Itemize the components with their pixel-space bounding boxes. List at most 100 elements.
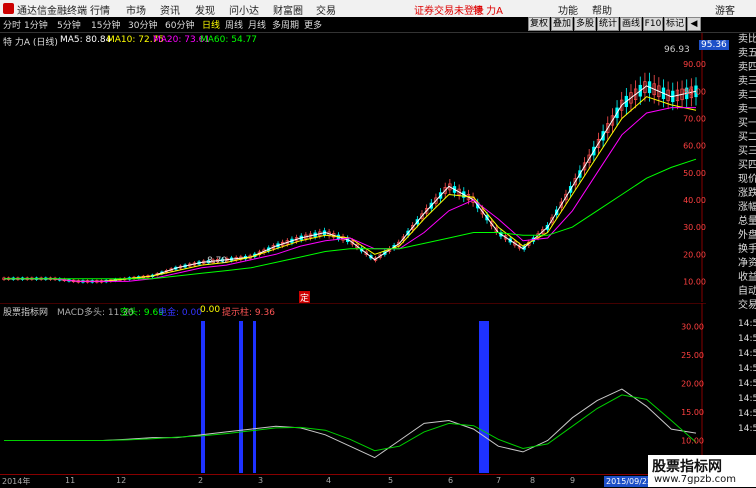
side-panel-item[interactable]: 卖比 [738,33,756,47]
sub-y-tick: 25.00 [681,351,704,360]
tick-time-item: 14:56 [738,364,756,374]
price-chart[interactable]: 90.00 80.00 70.00 60.00 50.00 40.00 30.00 20.00… [0,33,706,302]
main-y-tick: 70.00 [683,114,706,123]
main-y-tick: 90.00 [683,60,706,69]
diejia-button[interactable]: 叠加 [551,17,573,31]
quote-side-panel: 卖比 卖五 卖四 卖三 卖二 卖一 买一 买二 买三 买四 现价 涨跌 涨幅 总量 外盘 换手 净资 收益 自动 交易… [738,33,756,473]
side-panel-item[interactable]: 卖五 [738,47,756,61]
axis-label-4: 4 [326,476,332,485]
side-panel-item[interactable]: 卖二 [738,89,756,103]
huaxian-button[interactable]: 画线 [620,17,642,31]
watermark-url: www.7gpzb.com [654,474,736,485]
menu-hangqing[interactable]: 行情 [90,2,110,17]
side-panel-item[interactable]: 买二 [738,131,756,145]
ma5-label: MA5: 80.84 [60,35,112,45]
axis-label-9: 9 [570,476,576,485]
menu-youke[interactable]: 游客 [715,2,735,17]
side-panel-item[interactable]: 卖四 [738,61,756,75]
signal-bar [239,321,243,473]
signal-bar [201,321,205,473]
main-y-tick: 50.00 [683,169,706,178]
main-y-tick: 20.00 [683,250,706,259]
time-axis-bar: 2014年 11 12 2 3 4 5 6 7 8 9 2015/09/23/三 [0,474,706,488]
tab-rixian[interactable]: 日线 [202,18,220,31]
menu-faxian[interactable]: 发现 [195,2,215,17]
main-y-tick: 60.00 [683,142,706,151]
app-title: 通达信金融终端 [17,6,87,17]
sub-y-tick: 10.00 [681,436,704,445]
tongji-button[interactable]: 统计 [597,17,619,31]
tishizhu-label: 提示柱: 9.36 [222,308,275,318]
axis-label-8: 8 [530,476,536,485]
tick-time-item: 14:56 [738,409,756,419]
side-panel-item[interactable]: 买四 [738,159,756,173]
sub-y-tick: 15.00 [681,408,704,417]
side-panel-item[interactable]: 净资 [738,257,756,271]
side-panel-item[interactable]: 卖三 [738,75,756,89]
sub-y-tick: 30.00 [681,322,704,331]
axis-label-6: 6 [448,476,454,485]
chart-stock-name: 特 力A (日线) [3,38,58,48]
tick-time-item: 14:56 [738,424,756,434]
tab-15min[interactable]: 15分钟 [91,18,120,31]
side-panel-item[interactable]: 涨跌 [738,187,756,201]
side-panel-item[interactable]: 卖一 [738,103,756,117]
axis-label-2: 2 [198,476,204,485]
tab-gengduo[interactable]: 更多 [304,18,322,31]
side-panel-item[interactable]: 总量 [738,215,756,229]
main-y-tick: 30.00 [683,223,706,232]
signal-bar [253,321,256,473]
side-panel-item[interactable]: 交易 [738,299,756,313]
tab-duozhouqi[interactable]: 多周期 [272,18,299,31]
side-panel-item[interactable]: 买一 [738,117,756,131]
main-y-tick: 40.00 [683,196,706,205]
tab-yuexian[interactable]: 月线 [248,18,266,31]
side-panel-item[interactable]: 买三 [738,145,756,159]
zhuli-label: 电金: 0.00 [158,308,202,318]
menu-caifuquan[interactable]: 财富圈 [273,2,303,17]
tab-60min[interactable]: 60分钟 [165,18,194,31]
tab-5min[interactable]: 5分钟 [57,18,81,31]
side-panel-item[interactable]: 自动 [738,285,756,299]
axis-label-7: 7 [496,476,502,485]
side-panel-item[interactable]: 涨幅 [738,201,756,215]
tick-time-item: 14:56 [738,394,756,404]
axis-label-3: 3 [258,476,264,485]
axis-label-2014: 2014年 [2,477,31,486]
low-price-label: 8.70 [207,256,228,266]
duogu-button[interactable]: 多股 [574,17,596,31]
menu-zixun[interactable]: 资讯 [160,2,180,17]
high-price-label: 96.93 [664,45,690,55]
side-panel-item[interactable]: 换手 [738,243,756,257]
last-price-badge: 95.36 [699,40,729,50]
signal-bar [479,321,489,473]
v-value-label: 0.00 [200,305,221,315]
tick-time-item: 14:56 [738,349,756,359]
menu-wenxiaoda[interactable]: 问小达 [229,2,259,17]
side-panel-item[interactable]: 收益 [738,271,756,285]
tab-fenshi[interactable]: 分时 [3,18,21,31]
fuquan-button[interactable]: 复权 [528,17,550,31]
menu-gongneng[interactable]: 功能 [558,2,578,17]
main-y-tick: 80.00 [683,87,706,96]
f10-button[interactable]: F10 [643,17,663,31]
menu-jiaoyi[interactable]: 交易 [316,2,336,17]
menu-shichang[interactable]: 市场 [126,2,146,17]
watermark: 股票指标网 www.7gpzb.com [648,455,756,487]
side-panel-item[interactable]: 外盘 [738,229,756,243]
biaoji-button[interactable]: 标记 [664,17,686,31]
tab-zhouxian[interactable]: 周线 [225,18,243,31]
menu-bangzhu[interactable]: 帮助 [592,2,612,17]
ma60-label: MA60: 54.77 [200,35,258,45]
tab-30min[interactable]: 30分钟 [128,18,157,31]
tab-1min[interactable]: 1分钟 [24,18,48,31]
axis-label-12: 12 [116,476,127,485]
watermark-title: 股票指标网 [652,459,722,475]
tick-time-item: 14:56 [738,379,756,389]
sub-y-tick: 20.00 [681,379,704,388]
title-bar: 通达信金融终端 行情 市场 资讯 发现 问小达 财富圈 交易 证券交易未登录 特… [0,0,756,18]
side-panel-item[interactable]: 现价 [738,173,756,187]
indicator-chart[interactable]: 30.00 25.00 20.00 15.00 10.00 [0,303,706,473]
collapse-button[interactable]: ◀ [687,17,701,31]
period-toolbar: 分时 1分钟 5分钟 15分钟 30分钟 60分钟 日线 周线 月线 多周期 更… [0,17,756,33]
